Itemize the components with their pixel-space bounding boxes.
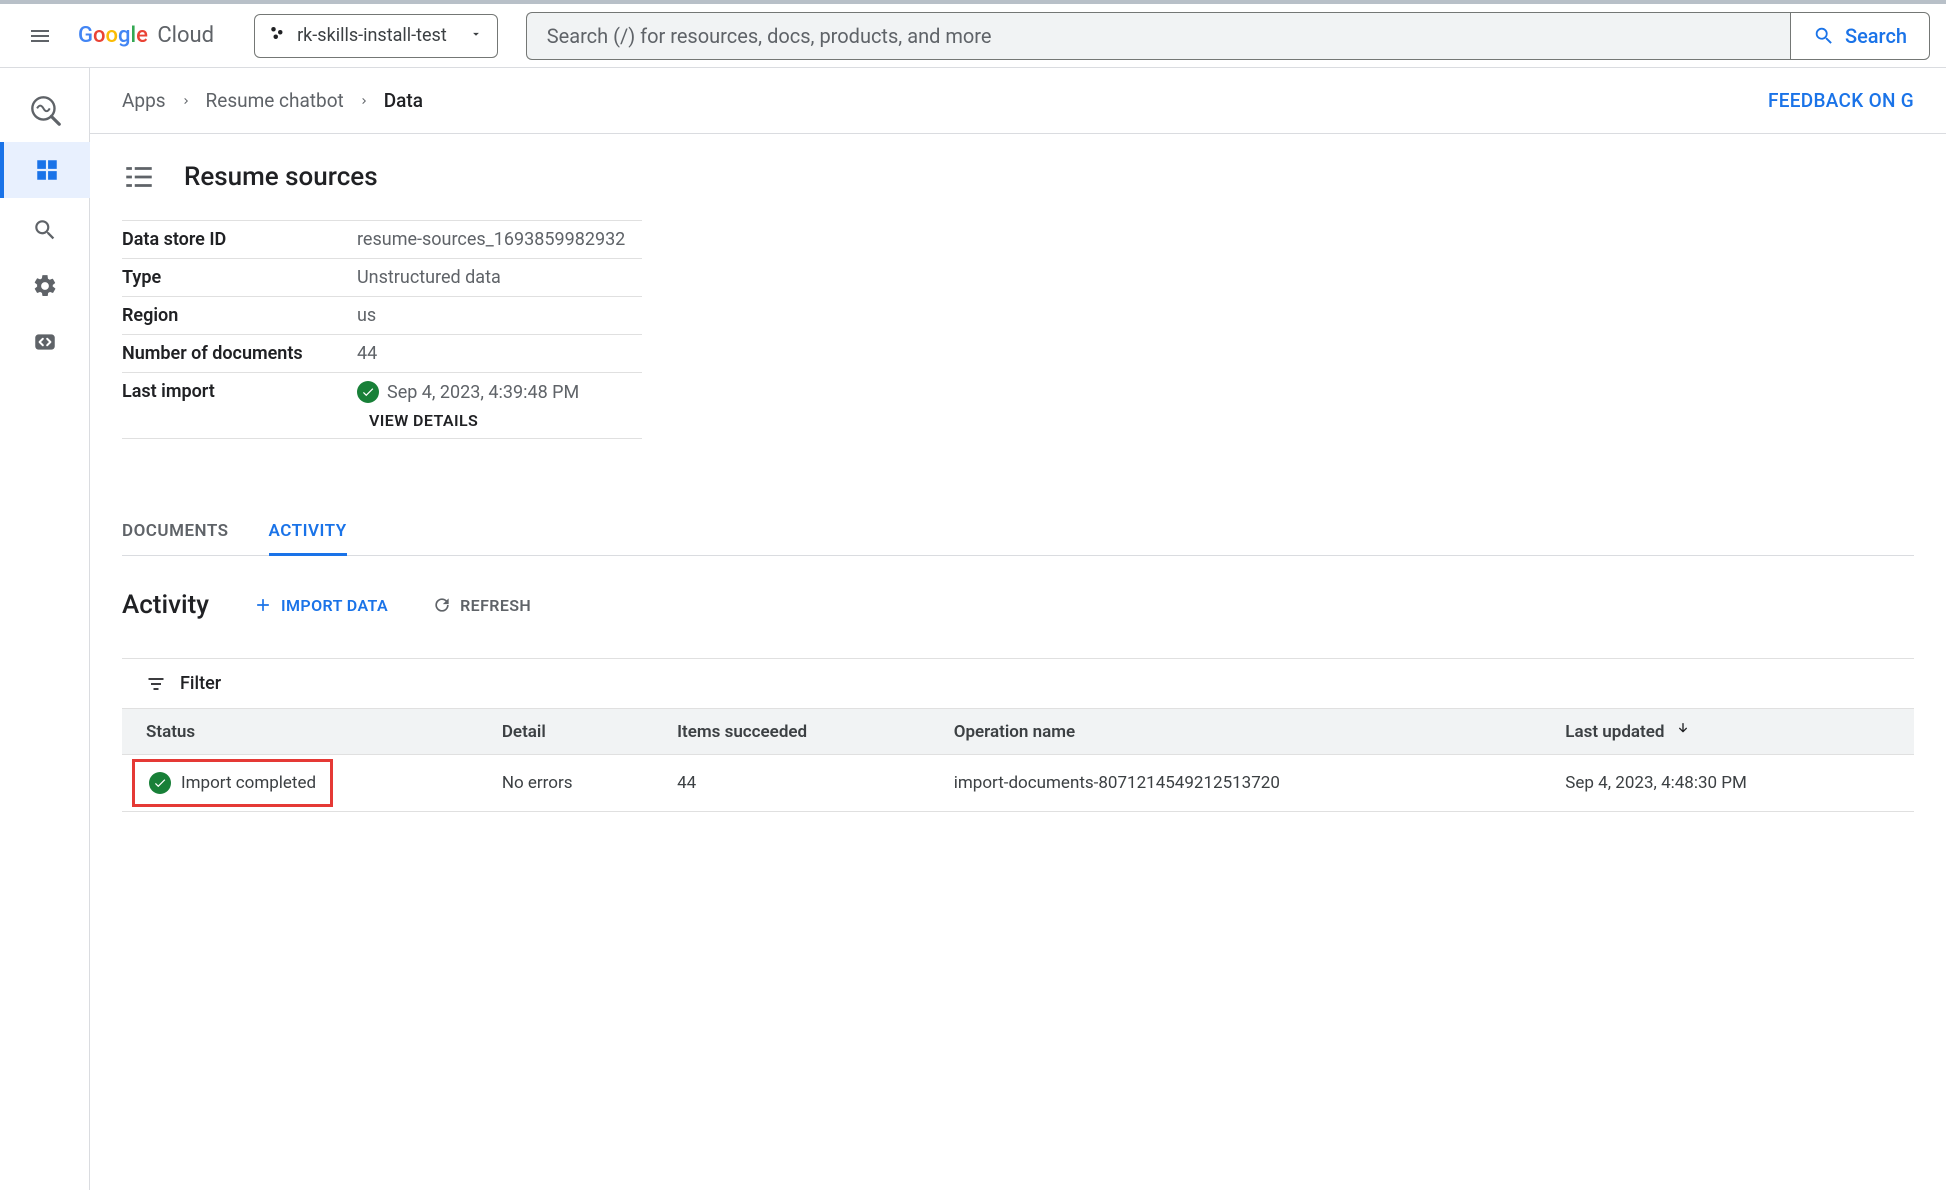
breadcrumb-app-name[interactable]: Resume chatbot: [206, 89, 344, 112]
hamburger-icon: [28, 24, 52, 48]
main-menu-button[interactable]: [16, 12, 64, 60]
value-last-import: Sep 4, 2023, 4:39:48 PM: [387, 382, 579, 403]
search-placeholder: Search (/) for resources, docs, products…: [547, 24, 992, 48]
enterprise-search-icon: [26, 91, 64, 129]
cell-operation-name: import-documents-8071214549212513720: [938, 755, 1550, 812]
search-icon: [1813, 25, 1835, 47]
gear-icon: [32, 273, 58, 299]
success-check-icon: [149, 772, 171, 794]
table-header-row: Status Detail Items succeeded Operation …: [122, 709, 1914, 755]
code-icon: [32, 329, 58, 355]
col-operation-name[interactable]: Operation name: [938, 709, 1550, 755]
breadcrumb: Apps Resume chatbot Data FEEDBACK ON G: [90, 68, 1946, 134]
project-name: rk-skills-install-test: [297, 25, 447, 46]
cell-detail: No errors: [486, 755, 661, 812]
breadcrumb-current: Data: [384, 89, 423, 112]
cell-items-succeeded: 44: [661, 755, 938, 812]
value-type: Unstructured data: [357, 267, 642, 288]
filter-button[interactable]: Filter: [122, 658, 1914, 708]
sidebar-item-integrations[interactable]: [21, 318, 69, 366]
col-last-updated-label: Last updated: [1565, 722, 1664, 742]
sidebar-item-settings[interactable]: [21, 262, 69, 310]
page-title: Resume sources: [184, 162, 378, 192]
success-check-icon: [357, 381, 379, 403]
project-picker[interactable]: rk-skills-install-test: [254, 14, 498, 58]
value-num-docs: 44: [357, 343, 642, 364]
label-type: Type: [122, 267, 357, 288]
left-sidebar: [0, 68, 90, 1190]
label-data-store-id: Data store ID: [122, 229, 357, 250]
refresh-label: REFRESH: [460, 596, 531, 615]
sidebar-product-icon[interactable]: [21, 86, 69, 134]
value-data-store-id: resume-sources_1693859982932: [357, 229, 642, 250]
sidebar-item-data[interactable]: [0, 142, 90, 198]
col-items-succeeded[interactable]: Items succeeded: [661, 709, 938, 755]
col-status[interactable]: Status: [122, 709, 486, 755]
search-wrap: Search (/) for resources, docs, products…: [526, 12, 1930, 60]
data-store-details: Data store ID resume-sources_16938599829…: [122, 220, 642, 439]
refresh-icon: [432, 595, 452, 615]
main-content: Apps Resume chatbot Data FEEDBACK ON G R…: [90, 68, 1946, 1190]
search-icon: [32, 217, 58, 243]
value-region: us: [357, 305, 642, 326]
google-cloud-logo[interactable]: Google Cloud: [78, 23, 214, 48]
sort-desc-icon: [1675, 722, 1691, 742]
chevron-right-icon: [180, 89, 192, 112]
top-bar: Google Cloud rk-skills-install-test Sear…: [0, 0, 1946, 68]
cell-last-updated: Sep 4, 2023, 4:48:30 PM: [1549, 755, 1914, 812]
search-button-label: Search: [1845, 24, 1907, 48]
breadcrumb-apps[interactable]: Apps: [122, 89, 166, 112]
label-last-import: Last import: [122, 381, 357, 402]
tab-documents[interactable]: DOCUMENTS: [122, 509, 229, 555]
search-button[interactable]: Search: [1790, 12, 1930, 60]
import-data-button[interactable]: IMPORT DATA: [253, 595, 388, 615]
cell-status: Import completed: [181, 773, 316, 793]
refresh-button[interactable]: REFRESH: [432, 595, 531, 615]
data-store-icon: [34, 157, 60, 183]
project-icon: [269, 24, 287, 47]
status-cell-highlight: Import completed: [132, 759, 333, 807]
view-details-button[interactable]: VIEW DETAILS: [369, 411, 642, 430]
plus-icon: [253, 595, 273, 615]
col-detail[interactable]: Detail: [486, 709, 661, 755]
label-num-docs: Number of documents: [122, 343, 357, 364]
label-region: Region: [122, 305, 357, 326]
activity-heading: Activity: [122, 590, 209, 620]
tab-activity[interactable]: ACTIVITY: [269, 509, 347, 556]
tabs: DOCUMENTS ACTIVITY: [122, 509, 1914, 556]
search-input[interactable]: Search (/) for resources, docs, products…: [526, 12, 1790, 60]
chevron-right-icon: [358, 89, 370, 112]
activity-table: Status Detail Items succeeded Operation …: [122, 708, 1914, 812]
table-row[interactable]: Import completed No errors 44 import-doc…: [122, 755, 1914, 812]
sidebar-item-search[interactable]: [21, 206, 69, 254]
filter-icon: [146, 674, 166, 694]
chevron-down-icon: [469, 25, 483, 46]
data-store-heading-icon: [122, 160, 156, 194]
col-last-updated[interactable]: Last updated: [1549, 709, 1914, 755]
filter-label: Filter: [180, 673, 221, 694]
feedback-link[interactable]: FEEDBACK ON G: [1768, 89, 1914, 112]
import-data-label: IMPORT DATA: [281, 596, 388, 615]
